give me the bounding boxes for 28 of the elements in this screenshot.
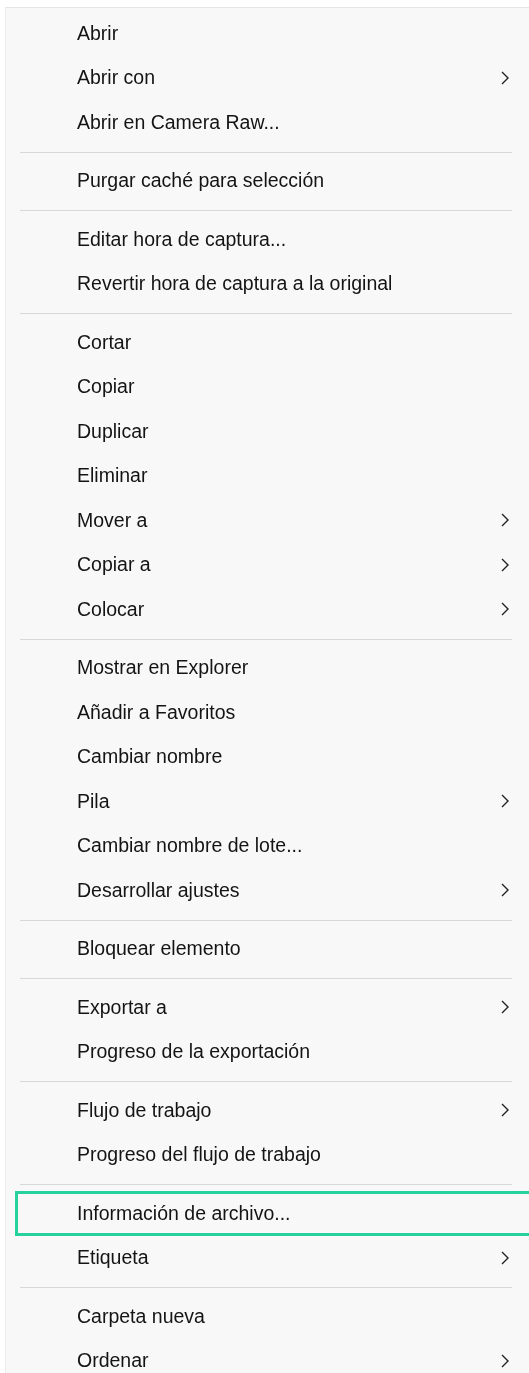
menu-item[interactable]: Exportar a [15,985,529,1030]
menu-item[interactable]: Cambiar nombre [15,734,529,779]
menu-item[interactable]: Progreso de la exportación [15,1029,529,1074]
menu-item[interactable]: Añadir a Favoritos [15,690,529,735]
menu-item[interactable]: Mostrar en Explorer [15,645,529,690]
menu-item[interactable]: Mover a [15,498,529,543]
menu-item[interactable]: Editar hora de captura... [15,217,529,262]
menu-item[interactable]: Desarrollar ajustes [15,868,529,913]
menu-item[interactable]: Abrir en Camera Raw... [15,100,529,145]
menu-item[interactable]: Información de archivo... [15,1191,529,1236]
menu-item[interactable]: Flujo de trabajo [15,1088,529,1133]
menu-item[interactable]: Pila [15,779,529,824]
menu-item[interactable]: Revertir hora de captura a la original [15,261,529,306]
menu-item[interactable]: Cortar [15,320,529,365]
menu-item[interactable]: Colocar [15,587,529,632]
menu-item[interactable]: Duplicar [15,409,529,454]
menu-item[interactable]: Abrir con [15,55,529,100]
menu-item[interactable]: Etiqueta [15,1235,529,1280]
menu-item[interactable]: Bloquear elemento [15,926,529,971]
menu-item[interactable]: Copiar a [15,542,529,587]
menu-item[interactable]: Progreso del flujo de trabajo [15,1132,529,1177]
menu-item[interactable]: Eliminar [15,453,529,498]
menu-item[interactable]: Cambiar nombre de lote... [15,823,529,868]
menu-item[interactable]: Purgar caché para selección [15,158,529,203]
menu-item[interactable]: Carpeta nueva [15,1294,529,1339]
menu-item[interactable]: Ordenar [15,1338,529,1373]
menu-item[interactable]: Copiar [15,364,529,409]
menu-item[interactable]: Abrir [15,11,529,56]
